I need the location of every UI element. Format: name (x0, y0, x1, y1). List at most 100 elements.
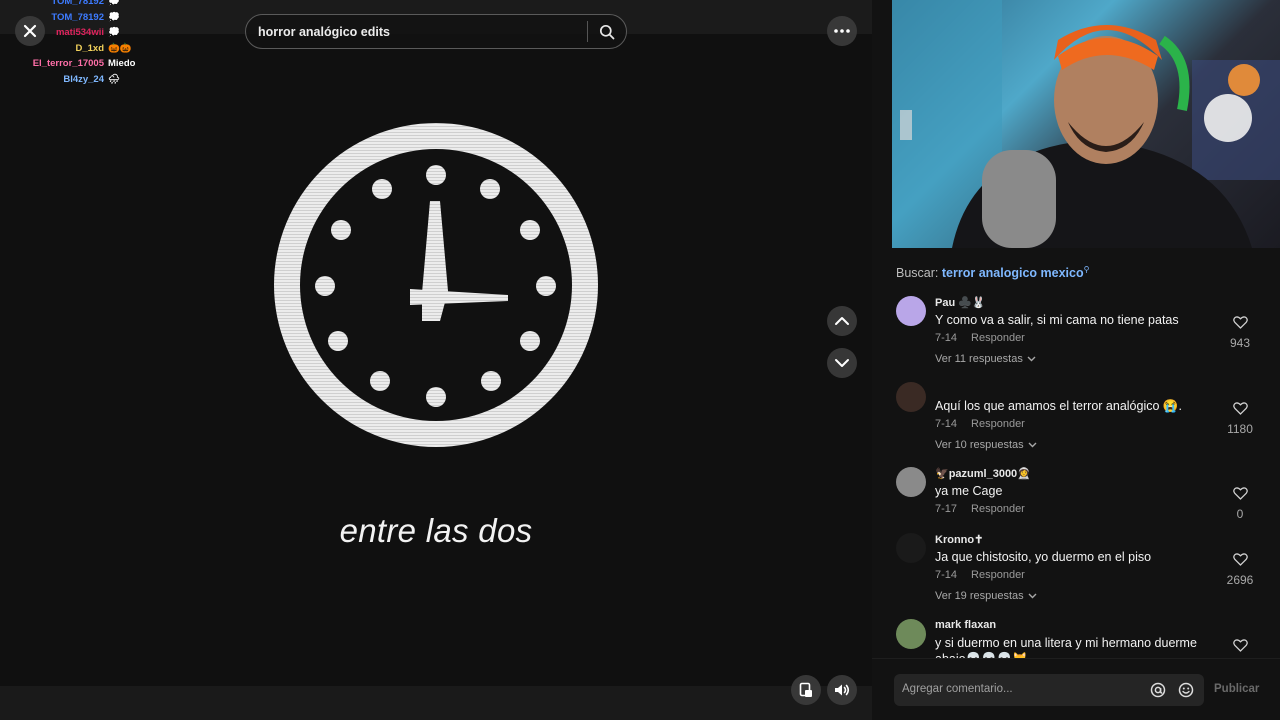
like-button[interactable]: 0 (1222, 487, 1258, 521)
reply-button[interactable]: Responder (971, 569, 1025, 581)
search-bar[interactable]: horror analógico edits (245, 14, 627, 49)
webcam-feed (892, 0, 1280, 248)
chat-message: 💭 (108, 27, 120, 38)
smiley-icon (1178, 682, 1194, 698)
comment-placeholder: Agregar comentario... (902, 683, 1013, 695)
chat-username: TOM_78192 (51, 11, 104, 23)
like-button[interactable]: 1180 (1222, 402, 1258, 436)
chat-line: Bl4zy_24 🌧 (0, 72, 140, 88)
volume-icon (835, 684, 850, 696)
chat-message: 🌧 (108, 73, 121, 85)
heart-icon (1232, 316, 1248, 329)
avatar[interactable] (896, 296, 926, 326)
floating-player-button[interactable] (791, 675, 821, 705)
heart-icon (1232, 402, 1248, 415)
comment-text: Aquí los que amamos el terror analógico … (935, 399, 1182, 413)
previous-video-button[interactable] (827, 306, 857, 336)
search-suggestion-query[interactable]: terror analogico mexico (942, 266, 1084, 280)
comment-body: Pau ♣️🐰 Y como va a salir, si mi cama no … (935, 296, 1225, 365)
comment-meta: 7-17 Responder (935, 503, 1225, 515)
comment-date: 7-17 (935, 503, 958, 515)
comment-username[interactable] (935, 382, 1225, 397)
more-options-button[interactable] (827, 16, 857, 46)
view-replies-button[interactable]: Ver 11 respuestas (935, 353, 1225, 365)
search-suggestion-label: Buscar: (896, 266, 939, 281)
reply-button[interactable]: Responder (971, 418, 1025, 430)
heart-icon (1232, 487, 1248, 500)
comment-username[interactable]: 🦅pazuml_3000👩‍🚀 (935, 467, 1225, 482)
search-button[interactable] (595, 20, 619, 44)
avatar[interactable] (896, 382, 926, 412)
chevron-down-icon (1027, 356, 1036, 362)
avatar[interactable] (896, 619, 926, 649)
search-icon (599, 24, 615, 40)
comment-text: Ja que chistosito, yo duermo en el piso (935, 550, 1152, 564)
comments-panel: Buscar: terror analogico mexico⚲ Pau ♣️🐰… (872, 0, 1280, 720)
mention-button[interactable] (1148, 680, 1168, 700)
comment-username[interactable]: Pau ♣️🐰 (935, 296, 1225, 311)
like-button[interactable]: 943 (1222, 316, 1258, 350)
avatar[interactable] (896, 533, 926, 563)
view-replies-label: Ver 19 respuestas (935, 590, 1024, 602)
like-count: 0 (1236, 507, 1244, 521)
video-player: TOM_78192 💭 TOM_78192 💭 mati534wii 💭 D_1xd 🎃🎃 El… (0, 0, 872, 720)
like-button[interactable] (1222, 639, 1258, 658)
chat-line: TOM_78192 💭 (0, 0, 140, 10)
view-replies-label: Ver 10 respuestas (935, 439, 1024, 451)
chat-username: El_terror_17005 (32, 58, 104, 69)
view-replies-label: Ver 11 respuestas (935, 353, 1023, 365)
search-icon: ⚲ (1083, 265, 1090, 274)
volume-button[interactable] (827, 675, 857, 705)
emoji-button[interactable] (1176, 680, 1196, 700)
chevron-down-icon (1028, 593, 1037, 599)
chat-username: TOM_78192 (51, 0, 104, 7)
like-count: 2696 (1226, 573, 1254, 587)
chevron-down-icon (1028, 442, 1037, 448)
comment-body: mark flaxan y si duermo en una litera y m… (935, 619, 1225, 658)
search-divider (587, 21, 588, 42)
chat-message: 💭 (108, 0, 120, 7)
clock-graphic (274, 123, 598, 447)
like-count: 943 (1229, 336, 1251, 350)
chat-username: Bl4zy_24 (63, 73, 104, 85)
view-replies-button[interactable]: Ver 10 respuestas (935, 439, 1225, 451)
comment-list: Pau ♣️🐰 Y como va a salir, si mi cama no … (872, 292, 1280, 658)
reply-button[interactable]: Responder (971, 332, 1025, 344)
comment-text: Y como va a salir, si mi cama no tiene p… (935, 313, 1179, 327)
comment-date: 7-14 (935, 418, 958, 430)
chat-message: 🎃🎃 (108, 42, 132, 54)
comment-meta: 7-14 Responder (935, 418, 1225, 430)
comment-input[interactable]: Agregar comentario... (894, 674, 1204, 706)
comment-date: 7-14 (935, 332, 958, 344)
comment-username[interactable]: mark flaxan (935, 619, 1225, 634)
close-button[interactable] (15, 16, 45, 46)
comment-text: y si duermo en una litera y mi hermano d… (935, 636, 1197, 658)
view-replies-button[interactable]: Ver 19 respuestas (935, 590, 1225, 602)
comment-body: Kronno✝ Ja que chistosito, yo duermo en e… (935, 533, 1225, 602)
like-count: 1180 (1227, 422, 1253, 436)
close-icon (23, 24, 37, 38)
comment-body: Aquí los que amamos el terror analógico … (935, 382, 1225, 451)
chat-message: Miedo (108, 58, 136, 69)
comment-meta: 7-14 Responder (935, 569, 1225, 581)
reply-button[interactable]: Responder (971, 503, 1025, 515)
comment-text: ya me Cage (935, 484, 1003, 498)
comment-body: 🦅pazuml_3000👩‍🚀ya me Cage 7-17 Responder (935, 467, 1225, 515)
like-button[interactable]: 2696 (1222, 553, 1258, 587)
streamer-image (892, 0, 1280, 248)
chevron-up-icon (835, 317, 849, 325)
search-input[interactable]: horror analógico edits (258, 25, 390, 39)
at-sign-icon (1150, 682, 1166, 698)
comment-meta: 7-14 Responder (935, 332, 1225, 344)
publish-button[interactable]: Publicar (1214, 683, 1259, 695)
next-video-button[interactable] (827, 348, 857, 378)
chat-line: El_terror_17005 Miedo (0, 56, 140, 72)
avatar[interactable] (896, 467, 926, 497)
chat-message: 💭 (108, 11, 120, 23)
comment-username[interactable]: Kronno✝ (935, 533, 1225, 548)
search-suggestion[interactable]: Buscar: terror analogico mexico⚲ (896, 265, 1089, 280)
more-dots-icon (834, 29, 850, 33)
video-caption: entre las dos (339, 512, 533, 549)
comment-date: 7-14 (935, 569, 958, 581)
heart-icon (1232, 553, 1248, 566)
